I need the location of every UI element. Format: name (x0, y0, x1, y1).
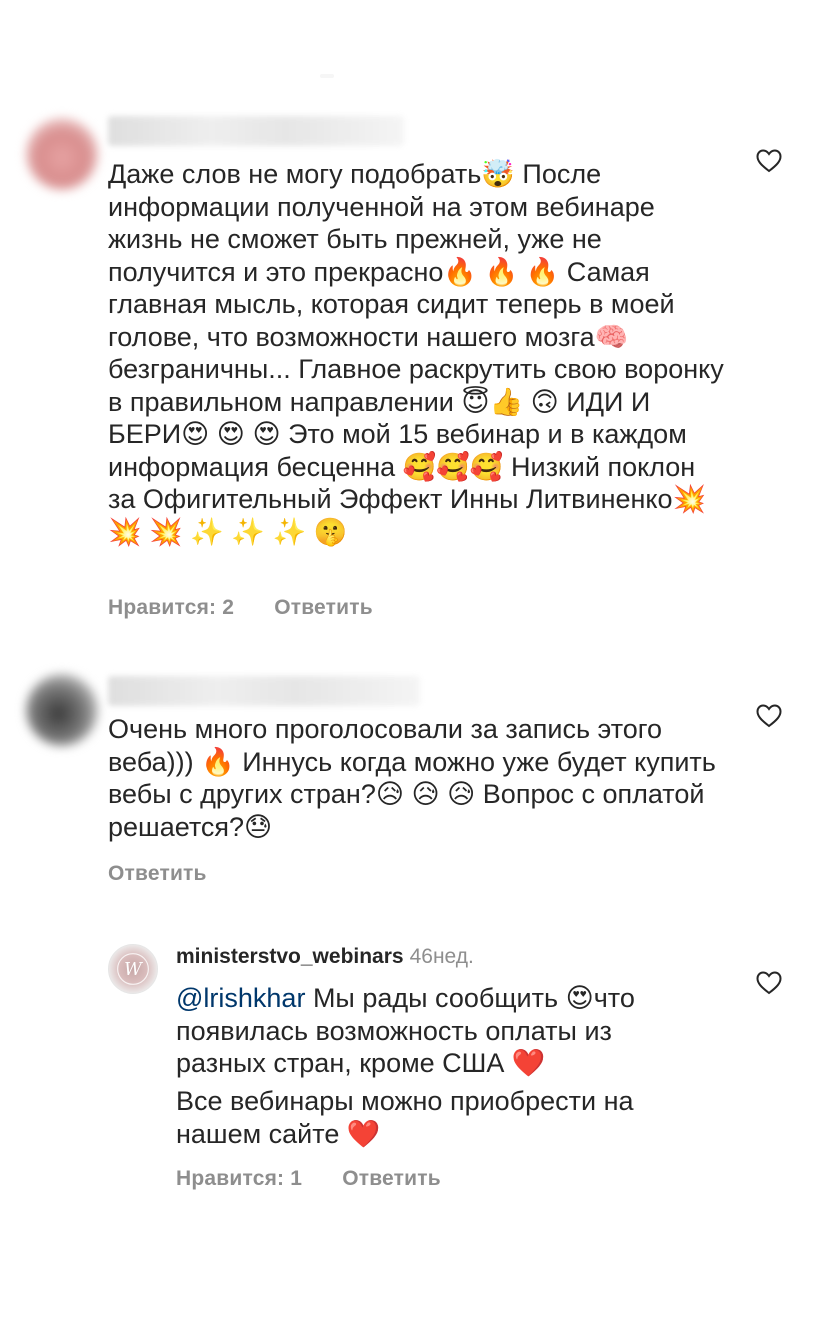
reply-button[interactable]: Ответить (274, 596, 373, 619)
likes-count[interactable]: Нравится: 1 (176, 1167, 302, 1190)
reply-button[interactable]: Ответить (108, 862, 207, 885)
avatar[interactable]: W (108, 944, 158, 994)
likes-count[interactable]: Нравится: 2 (108, 596, 234, 619)
username-blurred[interactable] (108, 116, 404, 146)
heart-outline-icon[interactable] (756, 149, 782, 173)
comment-actions: Ответить (108, 862, 241, 886)
heart-outline-icon[interactable] (756, 971, 782, 995)
avatar[interactable] (26, 118, 98, 190)
username[interactable]: ministerstvo_webinars (176, 945, 404, 968)
comment-actions: Нравится: 2 Ответить (108, 596, 407, 620)
reply-button[interactable]: Ответить (342, 1167, 441, 1190)
reply-actions: Нравится: 1 Ответить (176, 1167, 475, 1191)
svg-text:W: W (124, 960, 143, 980)
avatar[interactable] (26, 674, 98, 746)
comment-text: Очень много проголосовали за запись этог… (108, 714, 724, 842)
mention-link[interactable]: @lrishkhar (176, 983, 305, 1013)
reply-text-line2: Все вебинары можно приобрести на нашем с… (176, 1086, 642, 1149)
reply-header: ministerstvo_webinars 46нед. (176, 945, 474, 969)
divider-mark (320, 74, 334, 78)
comment-text: Даже слов не могу подобрать🤯 После инфор… (108, 159, 732, 547)
w-monogram-logo: W (117, 953, 149, 985)
reply-text: @lrishkhar Мы рады сообщить 😍что появила… (176, 982, 696, 1080)
username-blurred[interactable] (108, 676, 420, 706)
timestamp: 46нед. (409, 945, 474, 968)
heart-outline-icon[interactable] (756, 704, 782, 728)
